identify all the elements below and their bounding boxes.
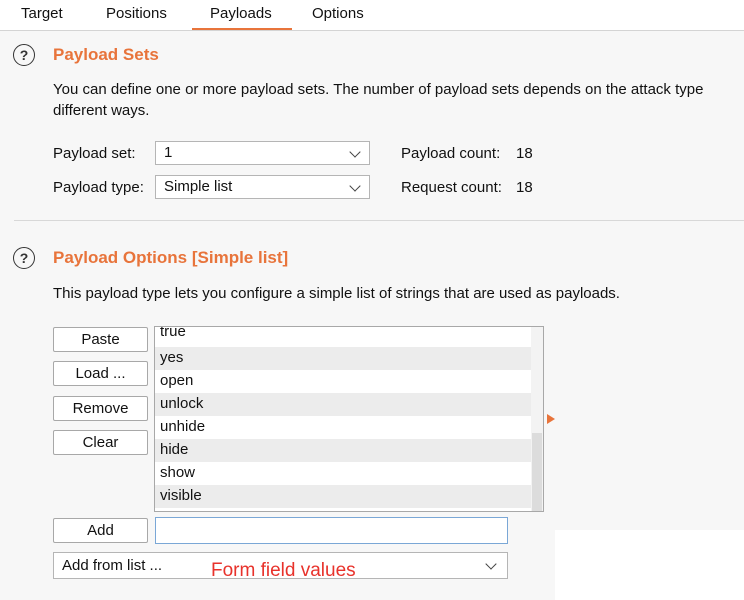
chevron-down-icon <box>485 558 497 570</box>
payload-sets-description-line1: You can define one or more payload sets.… <box>53 81 704 98</box>
list-item[interactable]: true <box>155 327 531 344</box>
payload-type-value: Simple list <box>164 178 233 195</box>
payload-type-label: Payload type: <box>53 179 144 196</box>
payload-options-description: This payload type lets you configure a s… <box>53 285 620 302</box>
annotation-text: Form field values <box>211 560 356 581</box>
tab-positions[interactable]: Positions <box>106 5 167 22</box>
help-icon[interactable]: ? <box>13 247 35 269</box>
list-item[interactable]: visible <box>155 485 531 508</box>
add-item-input[interactable] <box>155 517 508 544</box>
list-item[interactable]: unlock <box>155 393 531 416</box>
payload-count-value: 18 <box>516 145 533 162</box>
payload-sets-description-line2: different ways. <box>53 102 150 119</box>
request-count-value: 18 <box>516 179 533 196</box>
clear-button[interactable]: Clear <box>53 430 148 455</box>
list-item[interactable]: unhide <box>155 416 531 439</box>
add-from-list-value: Add from list ... <box>62 557 163 574</box>
request-count-label: Request count: <box>401 179 502 196</box>
scrollbar-thumb[interactable] <box>532 433 542 511</box>
list-item[interactable]: yes <box>155 347 531 370</box>
section-divider <box>14 220 744 221</box>
arrow-right-icon <box>547 414 555 424</box>
payload-sets-title: Payload Sets <box>53 45 159 64</box>
list-item[interactable]: open <box>155 370 531 393</box>
blank-area <box>555 530 744 600</box>
active-tab-indicator <box>192 28 292 30</box>
chevron-down-icon <box>349 146 361 158</box>
payload-set-select[interactable]: 1 <box>155 141 370 165</box>
paste-button[interactable]: Paste <box>53 327 148 352</box>
payload-options-title: Payload Options [Simple list] <box>53 248 289 267</box>
chevron-down-icon <box>349 180 361 192</box>
payload-set-label: Payload set: <box>53 145 136 162</box>
load-button[interactable]: Load ... <box>53 361 148 386</box>
tab-options[interactable]: Options <box>312 5 364 22</box>
tab-bar: Target Positions Payloads Options <box>0 0 744 31</box>
add-button[interactable]: Add <box>53 518 148 543</box>
payload-set-value: 1 <box>164 144 173 161</box>
list-item[interactable]: show <box>155 462 531 485</box>
tab-target[interactable]: Target <box>21 5 63 22</box>
payload-count-label: Payload count: <box>401 145 501 162</box>
scrollbar[interactable] <box>531 327 543 511</box>
tab-payloads[interactable]: Payloads <box>210 5 272 22</box>
payload-type-select[interactable]: Simple list <box>155 175 370 199</box>
list-item[interactable]: hide <box>155 439 531 462</box>
help-icon[interactable]: ? <box>13 44 35 66</box>
payload-list[interactable]: true yes open unlock unhide hide show vi… <box>154 326 544 512</box>
remove-button[interactable]: Remove <box>53 396 148 421</box>
